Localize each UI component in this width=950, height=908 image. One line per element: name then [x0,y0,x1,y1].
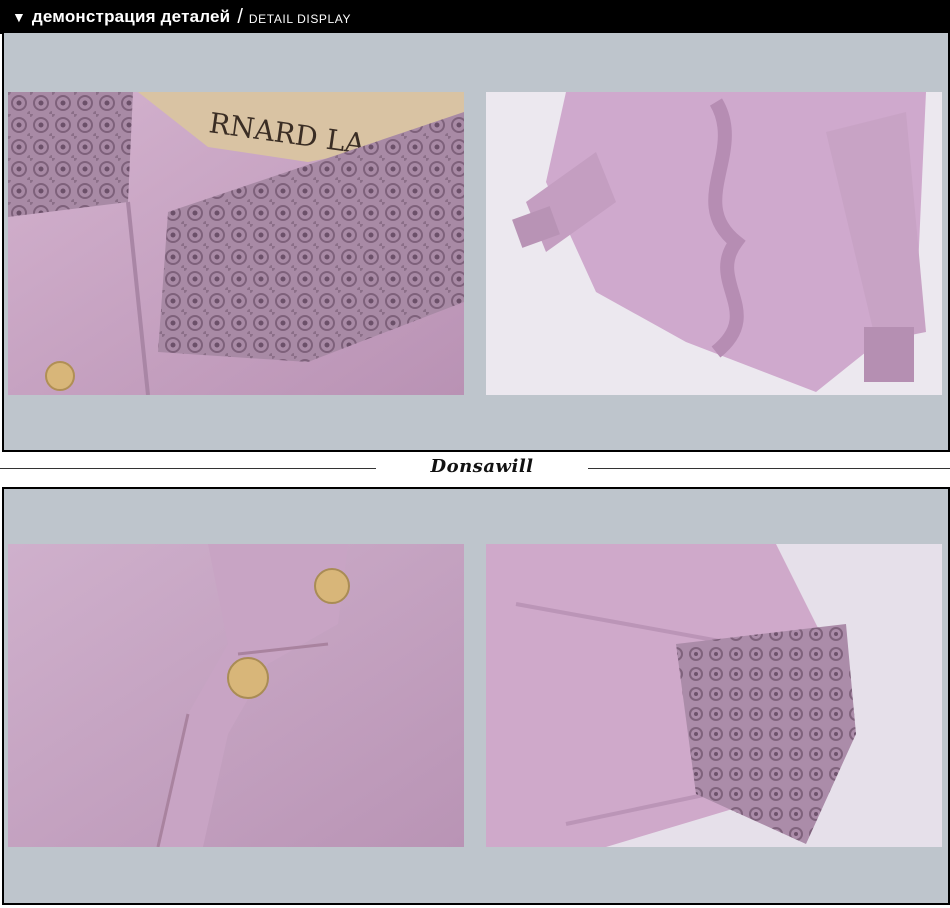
brand-divider: Donsawill [0,454,950,484]
photo-lace-collar: RNARD LA [8,92,464,395]
divider-line-left [0,468,376,469]
button-top-icon [314,568,350,604]
header-title-en: DETAIL DISPLAY [248,11,352,26]
photo-blouse-ruffle [486,92,942,395]
button-icon [45,361,75,391]
brand-logo: Donsawill [430,456,534,477]
header-separator: / [237,6,243,28]
photo-buttons [8,544,464,847]
divider-line-right [588,468,950,469]
triangle-down-icon: ▼ [12,9,26,25]
header-title-ru: демонстрация деталей [31,7,231,26]
header-bar: ▼ демонстрация деталей / DETAIL DISPLAY [0,0,950,34]
button-middle-icon [227,657,269,699]
photo-lace-cuff [486,544,942,847]
